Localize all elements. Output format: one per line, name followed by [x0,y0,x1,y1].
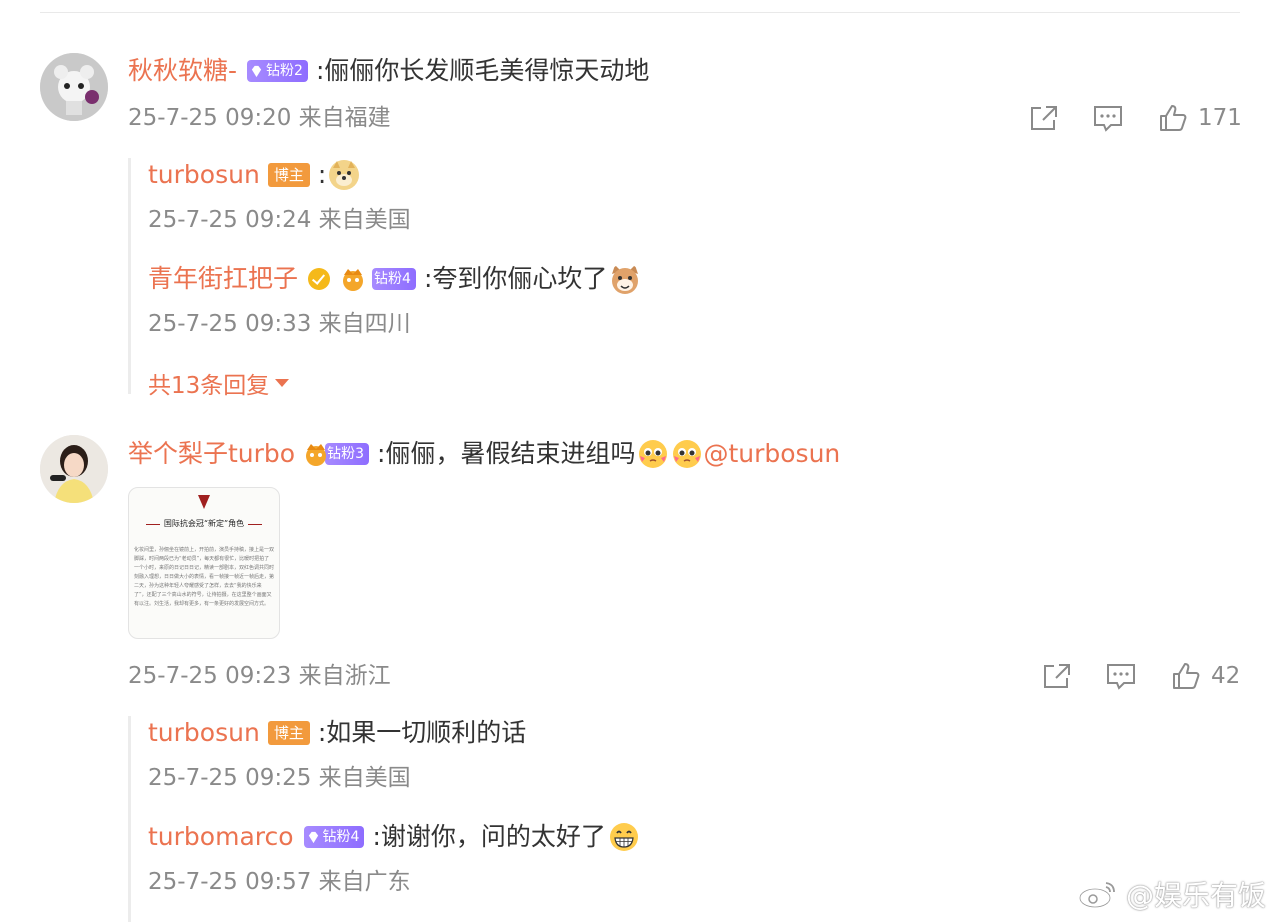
username[interactable]: 举个梨子turbo [128,437,295,471]
reply-text: : [317,160,327,189]
pleading-emoji [673,440,702,468]
pleading-emoji [639,440,668,468]
thumbs-up-icon [1160,105,1187,131]
comment-icon [1094,106,1122,132]
top-divider [40,12,1240,13]
watermark: @娱乐有饭 [1078,874,1266,914]
comment-button[interactable] [1092,103,1124,133]
fan-badge[interactable]: 钻粉3 [325,443,370,465]
comment-button[interactable] [1105,661,1137,691]
doge-emoji [329,160,360,190]
username[interactable]: turbosun [148,716,260,750]
reply-text: :夸到你俪心坎了 [423,264,608,293]
avatar[interactable] [40,435,108,503]
comment-text: :俪俪你长发顺毛美得惊天动地 [315,56,650,85]
image-body-text: 化妆间里，孙俪坐在镜前上，开拍前，演员手持稿，接上是一双脚踩，时间两段已为“老动… [134,547,275,607]
reply-header: turbosun 博主 : [148,158,360,192]
shield-logo-icon [198,495,210,509]
fan-badge-label: 钻粉2 [266,63,303,79]
fan-badge-label: 钻粉4 [322,829,360,845]
fan-badge[interactable]: 钻粉2 [247,60,308,82]
like-button[interactable] [1171,661,1201,691]
reply-header: turbomarco 钻粉4 :谢谢你，问的太好了 [148,820,640,854]
reply-header: 青年街扛把子 钻粉4 :夸到你俪心坎了 [148,262,641,296]
comment-meta: 25-7-25 09:20 来自福建 [128,105,391,131]
reply-meta: 25-7-25 09:33 来自四川 [148,311,411,337]
verified-icon [308,268,331,290]
crown-icon [306,444,327,466]
fan-badge-label: 钻粉3 [327,446,365,462]
mention-link[interactable]: @turbosun [703,437,840,471]
more-replies-label: 共13条回复 [148,373,270,399]
diamond-icon [308,831,318,843]
reply-meta: 25-7-25 09:24 来自美国 [148,207,411,233]
fan-badge[interactable]: 钻粉4 [372,268,416,290]
like-count: 171 [1198,105,1242,131]
fan-badge[interactable]: 钻粉4 [303,826,365,848]
share-button[interactable] [1041,661,1073,691]
weibo-logo-icon [1078,882,1115,909]
reply-text: :谢谢你，问的太好了 [372,822,606,851]
reply-thread-bar [128,716,131,922]
image-title: 国际抗会冠“新定”角色 [129,518,279,529]
fan-badge-label: 钻粉4 [374,271,411,287]
share-icon [1044,664,1070,688]
crown-icon [343,269,364,291]
host-badge: 博主 [267,163,310,187]
comment-image[interactable]: 国际抗会冠“新定”角色 化妆间里，孙俪坐在镜前上，开拍前，演员手持稿，接上是一双… [128,487,280,639]
reply-meta: 25-7-25 09:25 来自美国 [148,765,411,791]
username[interactable]: turbosun [148,158,260,192]
username[interactable]: 青年街扛把子 [148,262,298,296]
grin-emoji [609,823,638,851]
share-icon [1031,106,1057,130]
host-badge: 博主 [267,721,310,745]
username[interactable]: turbomarco [148,820,294,854]
comment-icon [1107,664,1135,690]
comment-actions: 42 [1041,661,1240,691]
reply-text: :如果一切顺利的话 [317,718,527,747]
watermark-text: @娱乐有饭 [1125,879,1266,912]
like-button[interactable] [1158,103,1188,133]
diamond-icon [251,65,262,77]
cat-emoji [612,265,639,294]
username[interactable]: 秋秋软糖- [128,54,237,88]
thumbs-up-icon [1173,663,1200,689]
reply-thread-bar [128,158,131,394]
reply-header: turbosun 博主 :如果一切顺利的话 [148,716,526,750]
comment-actions: 171 [1028,103,1242,133]
avatar[interactable] [40,53,108,121]
share-button[interactable] [1028,103,1060,133]
comment-meta: 25-7-25 09:23 来自浙江 [128,663,391,689]
caret-down-icon [275,379,290,387]
like-count: 42 [1211,663,1241,689]
comment-header: 举个梨子turbo 钻粉3 :俪俪，暑假结束进组吗 @turbosun [128,437,840,471]
comment-header: 秋秋软糖- 钻粉2 :俪俪你长发顺毛美得惊天动地 [128,54,649,88]
reply-meta: 25-7-25 09:57 来自广东 [148,869,411,895]
comment-text: :俪俪，暑假结束进组吗 [377,439,636,468]
more-replies-link[interactable]: 共13条回复 [148,366,290,400]
